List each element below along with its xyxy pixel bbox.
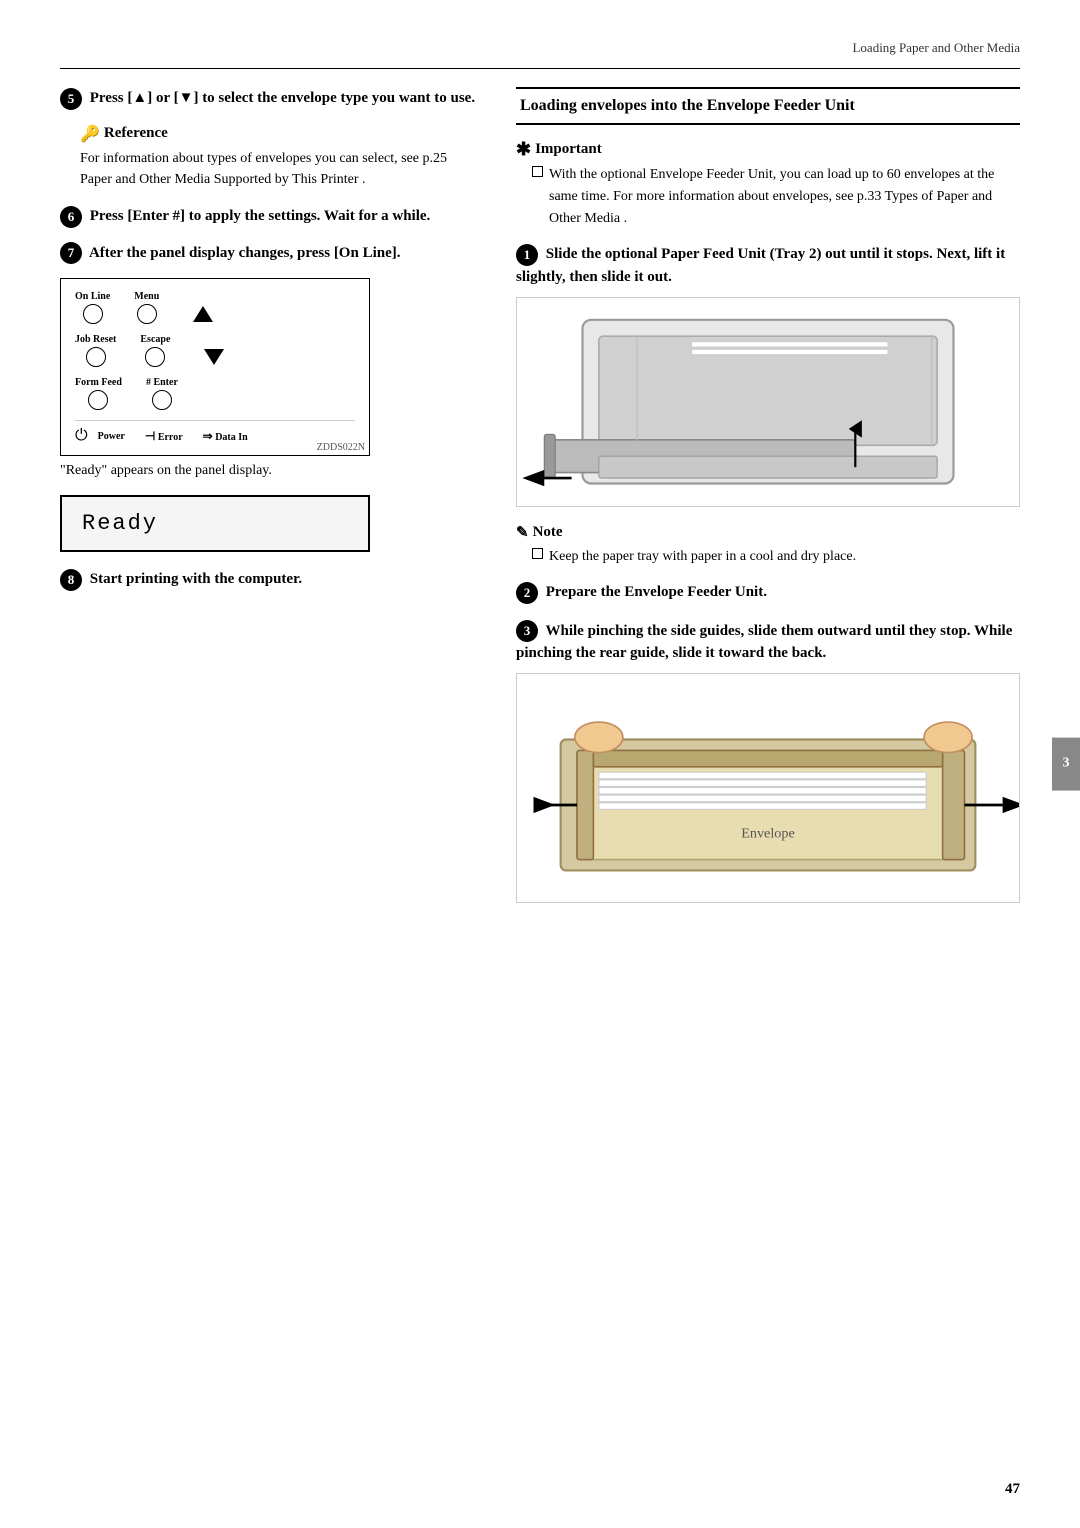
panel-enter-col: # Enter xyxy=(146,377,178,410)
important-block: ✱ Important With the optional Envelope F… xyxy=(516,139,1020,229)
section-title-box: Loading envelopes into the Envelope Feed… xyxy=(516,87,1020,125)
panel-error-label: ⊣ Error xyxy=(145,429,183,444)
right-step-1: 1 Slide the optional Paper Feed Unit (Tr… xyxy=(516,243,1020,506)
step-8-number: 8 xyxy=(60,569,82,591)
page-container: Loading Paper and Other Media 5 Press [▲… xyxy=(0,0,1080,1528)
right-step-3-number: 3 xyxy=(516,620,538,642)
panel-enter-label: # Enter xyxy=(146,377,178,388)
reference-block: 🔑 Reference For information about types … xyxy=(80,124,480,191)
right-step-1-title: 1 Slide the optional Paper Feed Unit (Tr… xyxy=(516,243,1020,288)
tab-marker: 3 xyxy=(1052,738,1080,791)
right-column: Loading envelopes into the Envelope Feed… xyxy=(516,87,1020,919)
note-title: ✎ Note xyxy=(516,523,1020,542)
main-content: 5 Press [▲] or [▼] to select the envelop… xyxy=(60,87,1020,919)
important-icon: ✱ xyxy=(516,139,531,160)
important-checkbox xyxy=(532,166,543,177)
header-rule xyxy=(60,68,1020,69)
panel-escape-col: Escape xyxy=(140,334,170,367)
panel-triangle-up-container xyxy=(193,306,213,322)
page-header: Loading Paper and Other Media xyxy=(60,40,1020,62)
panel-id: ZDDS022N xyxy=(317,442,365,453)
panel-job-reset-circle xyxy=(86,347,106,367)
step-5-title: 5 Press [▲] or [▼] to select the envelop… xyxy=(60,87,480,110)
step-7-block: 7 After the panel display changes, press… xyxy=(60,242,480,265)
panel-triangle-up-icon xyxy=(193,306,213,322)
panel-form-feed-col: Form Feed xyxy=(75,377,122,410)
panel-on-line-label: On Line xyxy=(75,291,110,302)
step-6-title: 6 Press [Enter #] to apply the settings.… xyxy=(60,205,480,228)
printer-svg xyxy=(517,298,1019,507)
step-8-title: 8 Start printing with the computer. xyxy=(60,568,480,591)
note-checkbox xyxy=(532,548,543,559)
right-step-1-number: 1 xyxy=(516,244,538,266)
panel-row-3: Form Feed # Enter xyxy=(75,377,355,410)
panel-form-feed-circle xyxy=(88,390,108,410)
note-body: Keep the paper tray with paper in a cool… xyxy=(516,546,1020,568)
right-step-2-title: 2 Prepare the Envelope Feeder Unit. xyxy=(516,581,1020,604)
reference-icon: 🔑 xyxy=(80,124,100,144)
panel-row-2: Job Reset Escape xyxy=(75,334,355,367)
ready-caption: "Ready" appears on the panel display. xyxy=(60,460,480,481)
step-6-number: 6 xyxy=(60,206,82,228)
header-text: Loading Paper and Other Media xyxy=(852,40,1020,56)
panel-job-reset-col: Job Reset xyxy=(75,334,116,367)
reference-title: 🔑 Reference xyxy=(80,124,480,144)
important-title: ✱ Important xyxy=(516,139,1020,160)
panel-image: On Line Menu Job Reset xyxy=(60,278,370,456)
right-step-3: 3 While pinching the side guides, slide … xyxy=(516,620,1020,903)
envelope-svg: Envelope xyxy=(517,674,1019,903)
panel-menu-label: Menu xyxy=(134,291,159,302)
left-column: 5 Press [▲] or [▼] to select the envelop… xyxy=(60,87,480,919)
ready-display: Ready xyxy=(60,495,370,552)
panel-form-feed-label: Form Feed xyxy=(75,377,122,388)
panel-bottom-row: ⏻ Power ⊣ Error ⇒ Data In xyxy=(75,420,355,445)
right-step-2: 2 Prepare the Envelope Feeder Unit. xyxy=(516,581,1020,604)
panel-row-1: On Line Menu xyxy=(75,291,355,324)
step-5-block: 5 Press [▲] or [▼] to select the envelop… xyxy=(60,87,480,110)
step-7-title: 7 After the panel display changes, press… xyxy=(60,242,480,265)
panel-on-line-circle xyxy=(83,304,103,324)
page-number: 47 xyxy=(1005,1481,1020,1498)
panel-data-in-label: ⇒ Data In xyxy=(203,429,248,444)
envelope-image-box: Envelope ZGDY280E xyxy=(516,673,1020,903)
note-icon: ✎ xyxy=(516,523,529,542)
printer-image-box: ZDDP330E xyxy=(516,297,1020,507)
reference-body: For information about types of envelopes… xyxy=(80,148,480,191)
panel-escape-label: Escape xyxy=(140,334,170,345)
panel-power-label: Power xyxy=(98,431,125,442)
step-5-number: 5 xyxy=(60,88,82,110)
important-body: With the optional Envelope Feeder Unit, … xyxy=(516,164,1020,229)
panel-enter-circle xyxy=(152,390,172,410)
section-title: Loading envelopes into the Envelope Feed… xyxy=(520,95,1016,117)
panel-job-reset-label: Job Reset xyxy=(75,334,116,345)
panel-triangle-down-container xyxy=(204,349,224,365)
panel-escape-circle xyxy=(145,347,165,367)
right-step-3-title: 3 While pinching the side guides, slide … xyxy=(516,620,1020,665)
step-6-block: 6 Press [Enter #] to apply the settings.… xyxy=(60,205,480,228)
panel-on-line-col: On Line xyxy=(75,291,110,324)
panel-menu-col: Menu xyxy=(134,291,159,324)
note-block: ✎ Note Keep the paper tray with paper in… xyxy=(516,523,1020,568)
right-step-2-number: 2 xyxy=(516,582,538,604)
step-7-number: 7 xyxy=(60,242,82,264)
panel-menu-circle xyxy=(137,304,157,324)
step-8-block: 8 Start printing with the computer. xyxy=(60,568,480,591)
svg-text:Envelope: Envelope xyxy=(741,826,795,842)
panel-power-icon: ⏻ xyxy=(75,427,88,445)
panel-triangle-down-icon xyxy=(204,349,224,365)
ready-text: Ready xyxy=(82,511,158,536)
